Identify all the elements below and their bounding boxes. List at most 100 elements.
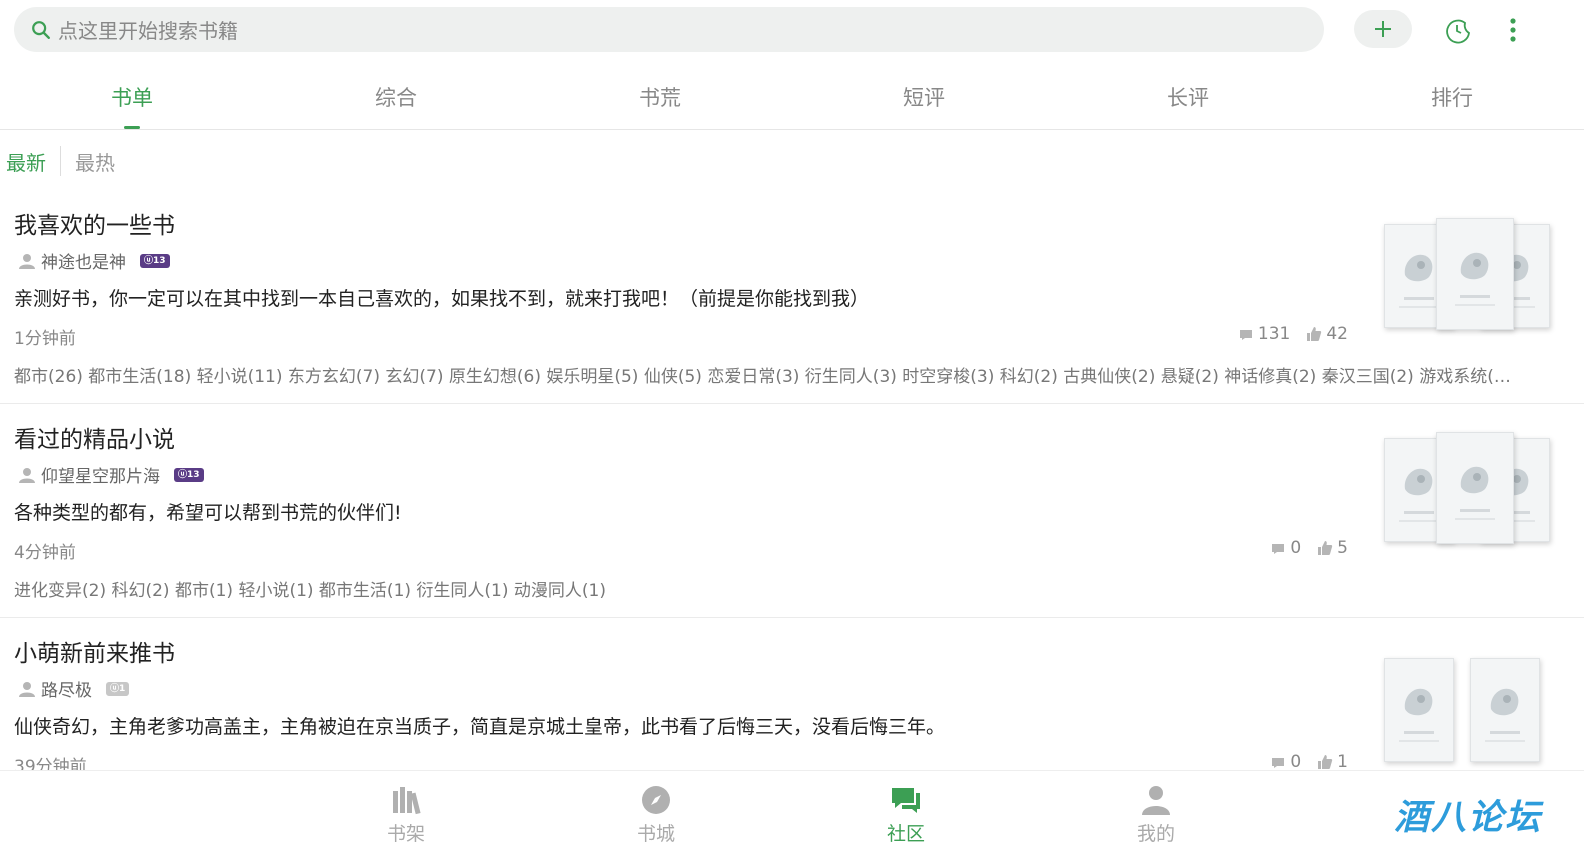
level-value: 1: [119, 683, 126, 694]
book-cover: [1470, 658, 1540, 762]
cover-subtitle-line: [1399, 305, 1439, 308]
level-value: 13: [187, 469, 200, 480]
book-cover: [1436, 218, 1514, 330]
bookshelf-icon: [393, 787, 421, 815]
post-time: 39分钟前: [14, 757, 87, 770]
comment-value: 131: [1257, 324, 1291, 344]
booklist-title: 小萌新前来推书: [14, 641, 175, 667]
cover-title-line: [1460, 294, 1490, 298]
cover-title-line: [1404, 510, 1434, 514]
comment-value: 0: [1290, 538, 1302, 558]
stats: 0 5: [1254, 538, 1348, 558]
booklist-title: 我喜欢的一些书: [14, 213, 175, 239]
comment-value: 0: [1290, 752, 1302, 770]
tab-long-review[interactable]: 长评: [1056, 62, 1320, 129]
add-button[interactable]: [1354, 10, 1412, 48]
nav-bookstore[interactable]: 书城: [606, 783, 706, 846]
thumb-up-icon: [1307, 327, 1322, 341]
cover-art-icon: [1404, 254, 1433, 281]
like-count[interactable]: 5: [1317, 538, 1348, 558]
cover-art-icon: [1460, 252, 1489, 279]
author-name: 路尽极: [41, 681, 92, 701]
level-badge: ⓤ13: [174, 467, 204, 482]
book-cover: [1436, 432, 1514, 544]
top-bar: 点这里开始搜索书籍: [0, 0, 1584, 62]
user-icon: [19, 467, 35, 483]
booklist-description: 仙侠奇幻，主角老爹功高盖主，主角被迫在京当质子，简直是京城土皇帝，此书看了后悔三…: [14, 716, 946, 738]
cover-title-line: [1460, 508, 1490, 512]
booklist-list: 我喜欢的一些书 神途也是神 ⓤ13 亲测好书，你一定可以在其中找到一本自己喜欢的…: [0, 190, 1584, 770]
sort-divider: [60, 146, 61, 176]
tab-ranking[interactable]: 排行: [1320, 62, 1584, 129]
booklist-title: 看过的精品小说: [14, 427, 175, 453]
level-badge: ⓤ1: [106, 681, 130, 696]
author-name: 神途也是神: [41, 253, 126, 273]
tab-booklist[interactable]: 书单: [0, 62, 264, 129]
thumb-up-icon: [1318, 541, 1333, 555]
list-item[interactable]: 小萌新前来推书 路尽极 ⓤ1 仙侠奇幻，主角老爹功高盖主，主角被迫在京当质子，简…: [0, 618, 1584, 770]
sort-hottest[interactable]: 最热: [69, 147, 121, 176]
booklist-tags: 进化变异(2) 科幻(2) 都市(1) 轻小说(1) 都市生活(1) 衍生同人(…: [14, 581, 606, 601]
comment-count[interactable]: 0: [1270, 752, 1301, 770]
stats: 131 42: [1222, 324, 1348, 344]
stats: 0 1: [1254, 752, 1348, 770]
more-vert-icon: [1510, 18, 1516, 42]
tab-short-review[interactable]: 短评: [792, 62, 1056, 129]
chat-icon: [892, 788, 920, 813]
thumb-up-icon: [1318, 755, 1333, 769]
sort-bar: 最新 最热: [0, 140, 121, 182]
comment-icon: [1272, 758, 1285, 768]
cover-art-icon: [1404, 688, 1433, 715]
cover-subtitle-line: [1455, 517, 1495, 520]
search-bar[interactable]: 点这里开始搜索书籍: [14, 7, 1324, 52]
post-time: 4分钟前: [14, 543, 76, 563]
nav-label: 书架: [386, 823, 425, 845]
like-value: 42: [1326, 324, 1348, 344]
sort-latest[interactable]: 最新: [0, 147, 52, 176]
nav-bookshelf[interactable]: 书架: [356, 783, 456, 846]
booklist-tags: 都市(26) 都市生活(18) 轻小说(11) 东方玄幻(7) 玄幻(7) 原生…: [14, 367, 1514, 387]
nav-label: 我的: [1136, 823, 1175, 845]
tab-general[interactable]: 综合: [264, 62, 528, 129]
bottom-navigation: 书架 书城 社区 我的 酒八论坛: [0, 770, 1584, 861]
booklist-description: 各种类型的都有，希望可以帮到书荒的伙伴们!: [14, 502, 402, 524]
nav-label: 书城: [636, 823, 675, 845]
category-tabs: 书单 综合 书荒 短评 长评 排行: [0, 62, 1584, 130]
cover-art-icon: [1404, 468, 1433, 495]
cover-subtitle-line: [1485, 739, 1525, 742]
cover-subtitle-line: [1455, 303, 1495, 306]
comment-icon: [1239, 330, 1252, 340]
list-item[interactable]: 看过的精品小说 仰望星空那片海 ⓤ13 各种类型的都有，希望可以帮到书荒的伙伴们…: [0, 404, 1584, 618]
nav-mine[interactable]: 我的: [1106, 783, 1206, 846]
cover-subtitle-line: [1399, 519, 1439, 522]
user-icon: [1142, 786, 1170, 815]
cover-title-line: [1490, 730, 1520, 734]
more-button[interactable]: [1500, 12, 1526, 48]
comment-icon: [1272, 544, 1285, 554]
book-covers[interactable]: [1380, 216, 1550, 336]
comment-count[interactable]: 0: [1270, 538, 1301, 558]
like-value: 1: [1337, 752, 1348, 770]
level-value: 13: [153, 255, 166, 266]
book-covers[interactable]: [1380, 644, 1550, 764]
search-icon: [32, 20, 50, 39]
like-count[interactable]: 1: [1317, 752, 1348, 770]
list-item[interactable]: 我喜欢的一些书 神途也是神 ⓤ13 亲测好书，你一定可以在其中找到一本自己喜欢的…: [0, 190, 1584, 404]
cover-art-icon: [1490, 688, 1519, 715]
night-mode-icon: [1446, 19, 1470, 44]
like-count[interactable]: 42: [1306, 324, 1348, 344]
cover-art-icon: [1460, 466, 1489, 493]
author-row[interactable]: 神途也是神 ⓤ13: [18, 248, 170, 273]
night-mode-button[interactable]: [1440, 12, 1476, 48]
book-covers[interactable]: [1380, 430, 1550, 550]
forum-watermark: 酒八论坛: [1394, 798, 1543, 838]
search-placeholder: 点这里开始搜索书籍: [58, 19, 238, 43]
nav-community[interactable]: 社区: [856, 783, 956, 846]
level-badge: ⓤ13: [140, 253, 170, 268]
cover-title-line: [1404, 730, 1434, 734]
cover-title-line: [1404, 296, 1434, 300]
author-row[interactable]: 路尽极 ⓤ1: [18, 676, 130, 701]
comment-count[interactable]: 131: [1238, 324, 1290, 344]
tab-book-shortage[interactable]: 书荒: [528, 62, 792, 129]
author-row[interactable]: 仰望星空那片海 ⓤ13: [18, 462, 204, 487]
